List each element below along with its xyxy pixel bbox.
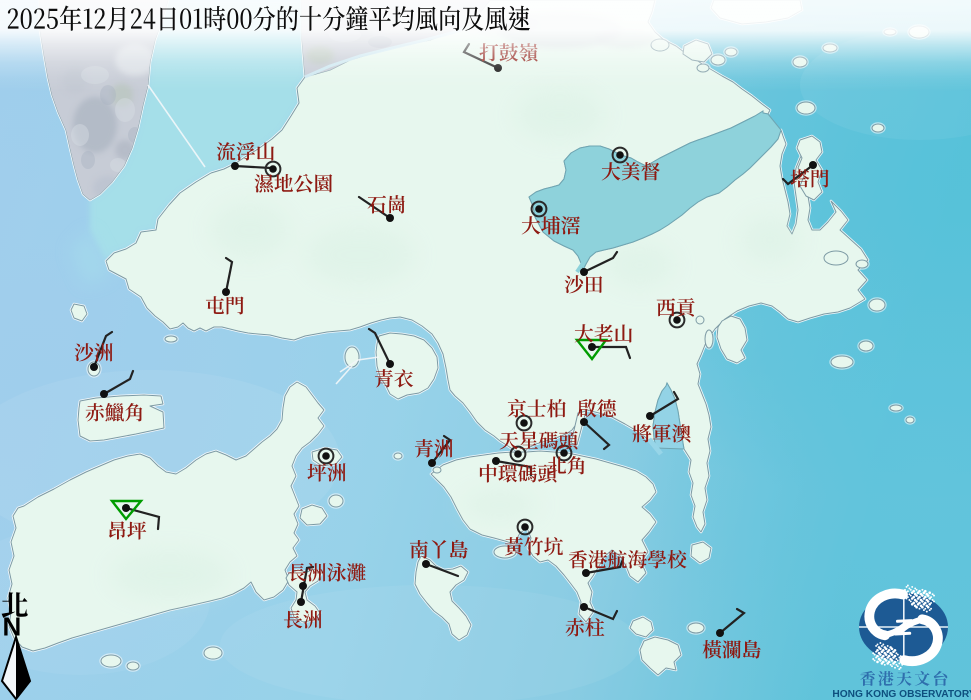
svg-text:N: N xyxy=(3,612,22,642)
svg-text:HONG KONG OBSERVATORY: HONG KONG OBSERVATORY xyxy=(832,689,971,700)
